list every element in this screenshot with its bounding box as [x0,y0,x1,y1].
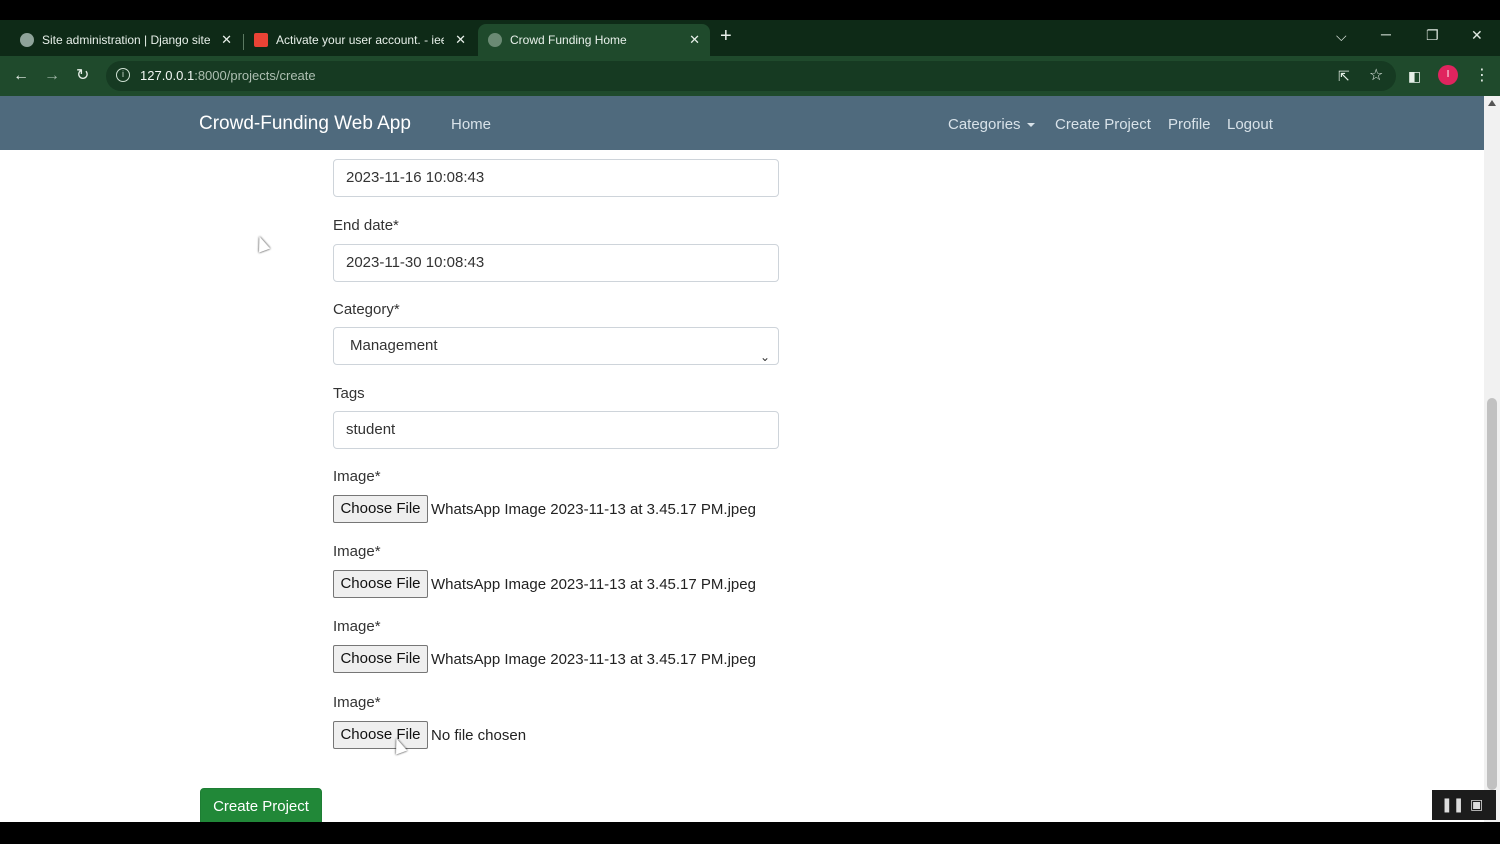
share-icon[interactable]: ⇱ [1338,66,1350,86]
url-text[interactable]: 127.0.0.1:8000/projects/create [140,68,316,83]
category-label: Category* [333,301,400,318]
image-label: Image* [333,468,381,485]
end-date-input[interactable]: 2023-11-30 10:08:43 [333,244,779,282]
chosen-file-name: WhatsApp Image 2023-11-13 at 3.45.17 PM.… [431,651,756,668]
image-label: Image* [333,694,381,711]
category-selected-value: Management [350,337,438,354]
close-icon[interactable]: ✕ [455,32,466,48]
scroll-thumb[interactable] [1487,398,1497,790]
navbar: Crowd-Funding Web App Home Categories Cr… [0,96,1484,150]
tab-django-admin[interactable]: Site administration | Django site ✕ [10,24,242,56]
tab-title: Crowd Funding Home [510,33,627,47]
chosen-file-name: No file chosen [431,727,527,744]
close-window-icon[interactable]: ✕ [1471,27,1483,44]
choose-file-button[interactable]: Choose File [333,495,428,523]
screen-top-border [0,0,1500,20]
nav-logout[interactable]: Logout [1227,116,1273,133]
new-tab-icon[interactable]: + [720,26,732,46]
image-label: Image* [333,543,381,560]
image-label: Image* [333,618,381,635]
vertical-scrollbar[interactable] [1484,96,1500,822]
browser-toolbar: ← → ↻ i 127.0.0.1:8000/projects/create ⇱… [0,56,1500,96]
nav-create-project[interactable]: Create Project [1055,116,1151,133]
globe-icon [20,33,34,47]
mouse-cursor-icon [253,234,271,253]
star-icon[interactable]: ☆ [1369,66,1383,86]
side-panel-icon[interactable]: ◧ [1408,66,1421,86]
category-select[interactable]: Management ⌄ [333,327,779,365]
end-date-label: End date* [333,217,399,234]
browser-tabstrip: Site administration | Django site ✕ Acti… [0,20,1500,56]
tab-title: Activate your user account. - iee [276,33,444,47]
picture-in-picture-icon[interactable]: ▣ [1470,796,1483,813]
tags-label: Tags [333,385,365,402]
nav-categories-label: Categories [948,116,1021,133]
page-viewport: Crowd-Funding Web App Home Categories Cr… [0,96,1484,822]
media-controls: ❚❚ ▣ [1432,790,1496,820]
forward-arrow-icon[interactable]: → [44,66,60,86]
url-path: :8000/projects/create [194,68,316,83]
back-arrow-icon[interactable]: ← [13,66,29,86]
info-icon[interactable]: i [116,68,130,82]
menu-dots-icon[interactable]: ⋮ [1474,66,1490,86]
caret-down-icon [1026,123,1035,128]
restore-icon[interactable]: ❐ [1426,27,1439,44]
reload-icon[interactable]: ↻ [76,66,89,86]
start-date-input[interactable]: 2023-11-16 10:08:43 [333,159,779,197]
choose-file-button[interactable]: Choose File [333,645,428,673]
tags-input[interactable]: student [333,411,779,449]
tab-gmail[interactable]: Activate your user account. - iee ✕ [244,24,476,56]
scroll-up-arrow-icon[interactable] [1488,100,1496,106]
brand-link[interactable]: Crowd-Funding Web App [199,113,411,135]
chosen-file-name: WhatsApp Image 2023-11-13 at 3.45.17 PM.… [431,501,756,518]
close-icon[interactable]: ✕ [221,32,232,48]
nav-categories-dropdown[interactable]: Categories [948,116,1035,133]
nav-home[interactable]: Home [451,116,491,133]
choose-file-button[interactable]: Choose File [333,570,428,598]
tab-search-icon[interactable]: ⌵ [1336,28,1347,45]
choose-file-button[interactable]: Choose File [333,721,428,749]
minimize-icon[interactable]: ─ [1381,26,1391,42]
avatar[interactable]: I [1438,65,1458,85]
create-project-button[interactable]: Create Project [200,788,322,822]
chosen-file-name: WhatsApp Image 2023-11-13 at 3.45.17 PM.… [431,576,756,593]
chevron-down-icon: ⌄ [759,350,770,364]
screen-bottom-border [0,822,1500,844]
globe-icon [488,33,502,47]
url-host: 127.0.0.1 [140,68,195,83]
tab-crowd-funding[interactable]: Crowd Funding Home ✕ [478,24,710,56]
tab-title: Site administration | Django site [42,33,210,47]
nav-profile[interactable]: Profile [1168,116,1211,133]
close-icon[interactable]: ✕ [689,32,700,48]
gmail-icon [254,33,268,47]
pause-icon[interactable]: ❚❚ [1441,796,1464,813]
